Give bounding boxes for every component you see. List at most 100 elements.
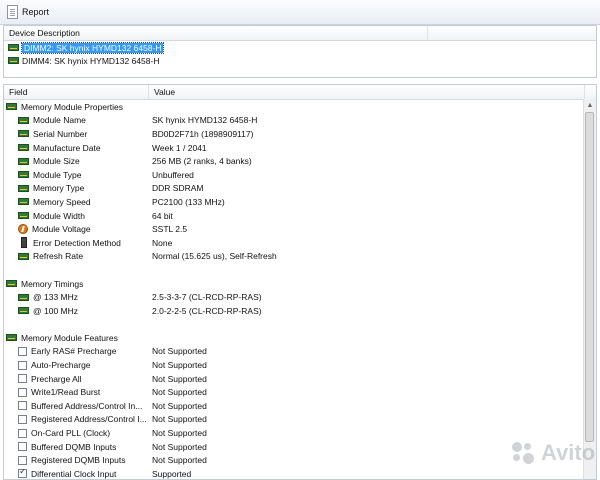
value-cell: Not Supported [152, 373, 207, 384]
device-list-item[interactable]: DIMM2: SK hynix HYMD132 6458-H [4, 41, 596, 54]
property-row[interactable]: On-Card PLL (Clock) Not Supported [4, 426, 596, 440]
checkbox-icon [18, 455, 27, 465]
field-label: Differential Clock Input [31, 468, 117, 479]
device-list-item[interactable]: DIMM4: SK hynix HYMD132 6458-H [4, 54, 596, 67]
field-label: Write1/Read Burst [31, 387, 101, 398]
field-label: Module Voltage [32, 224, 91, 235]
value-cell: Normal (15.625 us), Self-Refresh [152, 251, 277, 262]
ram-module-icon [8, 57, 19, 64]
checkbox-icon [18, 346, 27, 356]
property-row[interactable]: Differential Clock Input Supported [4, 467, 596, 479]
value-cell: Not Supported [152, 455, 207, 466]
avito-logo-icon [510, 440, 536, 466]
value-cell: PC2100 (133 MHz) [152, 196, 225, 207]
field-cell: @ 100 MHz [4, 306, 149, 316]
group-row[interactable]: Memory Module Features [4, 331, 596, 345]
ram-module-icon [18, 212, 29, 220]
field-label: Buffered DQMB Inputs [31, 441, 117, 452]
property-row[interactable]: Refresh Rate Normal (15.625 us), Self-Ref… [4, 250, 596, 264]
group-row[interactable]: Memory Timings [4, 277, 596, 291]
report-button[interactable]: Report [3, 3, 53, 21]
group-field-cell: Memory Module Properties [4, 102, 149, 112]
ram-module-icon [18, 307, 29, 315]
value-cell: Not Supported [152, 400, 207, 411]
property-row[interactable]: Early RAS# Precharge Not Supported [4, 345, 596, 359]
property-row[interactable]: Memory Type DDR SDRAM [4, 182, 596, 196]
ram-module-icon [18, 171, 29, 179]
property-row[interactable]: Module Type Unbuffered [4, 168, 596, 182]
field-cell: Auto-Precharge [4, 360, 149, 370]
field-label: Module Type [33, 169, 82, 180]
field-cell: Memory Speed [4, 197, 149, 207]
scroll-up-arrow-icon[interactable]: ▲ [584, 99, 596, 111]
device-item-label: DIMM4: SK hynix HYMD132 6458-H [22, 55, 160, 66]
ram-module-icon [6, 103, 17, 111]
ram-module-icon [18, 130, 29, 138]
field-cell: Memory Type [4, 183, 149, 193]
property-row[interactable]: Registered Address/Control I... Not Suppo… [4, 413, 596, 427]
property-row[interactable]: Precharge All Not Supported [4, 372, 596, 386]
property-row[interactable]: Memory Speed PC2100 (133 MHz) [4, 195, 596, 209]
property-row[interactable]: Module Name SK hynix HYMD132 6458-H [4, 114, 596, 128]
field-label: Module Width [33, 210, 85, 221]
field-cell: Module Type [4, 170, 149, 180]
property-row[interactable]: Module Width 64 bit [4, 209, 596, 223]
field-cell: Differential Clock Input [4, 469, 149, 479]
field-cell: Serial Number [4, 129, 149, 139]
value-cell: 2.0-2-2-5 (CL-RCD-RP-RAS) [152, 305, 262, 316]
field-column-header[interactable]: Field [4, 85, 149, 99]
value-cell: 64 bit [152, 210, 173, 221]
scrollbar-thumb[interactable] [585, 112, 594, 442]
property-row[interactable]: Buffered Address/Control In... Not Suppor… [4, 399, 596, 413]
device-description-column-header[interactable]: Device Description [4, 26, 428, 40]
property-row[interactable]: Error Detection Method None [4, 236, 596, 250]
value-cell: Not Supported [152, 360, 207, 371]
field-label: Auto-Precharge [31, 360, 91, 371]
property-row[interactable]: Write1/Read Burst Not Supported [4, 385, 596, 399]
device-item-label: DIMM2: SK hynix HYMD132 6458-H [20, 41, 165, 54]
field-label: Precharge All [31, 373, 82, 384]
field-label: @ 133 MHz [33, 292, 79, 303]
group-title: Memory Timings [21, 278, 84, 289]
field-cell: Registered Address/Control I... [4, 414, 149, 424]
ram-module-icon [6, 334, 17, 342]
value-cell: SSTL 2.5 [152, 224, 188, 235]
field-label: Module Size [33, 156, 80, 167]
checkbox-icon [18, 469, 27, 479]
vertical-scrollbar[interactable]: ▲ [583, 99, 596, 479]
field-cell: Precharge All [4, 374, 149, 384]
checkbox-icon [18, 360, 27, 370]
field-label: On-Card PLL (Clock) [31, 428, 111, 439]
error-detection-icon [21, 237, 27, 249]
value-cell: Not Supported [152, 414, 207, 425]
field-label: Early RAS# Precharge [31, 346, 117, 357]
property-row[interactable]: Buffered DQMB Inputs Not Supported [4, 440, 596, 454]
report-document-icon [7, 5, 18, 19]
ram-module-icon [18, 198, 29, 206]
property-row[interactable]: Auto-Precharge Not Supported [4, 358, 596, 372]
ram-module-icon [8, 44, 19, 51]
checkbox-icon [18, 374, 27, 384]
property-row[interactable]: Module Size 256 MB (2 ranks, 4 banks) [4, 154, 596, 168]
field-cell: Manufacture Date [4, 143, 149, 153]
property-row[interactable]: @ 133 MHz 2.5-3-3-7 (CL-RCD-RP-RAS) [4, 290, 596, 304]
value-column-header[interactable]: Value [149, 85, 585, 99]
property-row[interactable]: Registered DQMB Inputs Not Supported [4, 453, 596, 467]
field-label: Registered Address/Control I... [31, 414, 147, 425]
property-row[interactable]: @ 100 MHz 2.0-2-2-5 (CL-RCD-RP-RAS) [4, 304, 596, 318]
watermark-text: Avito [541, 440, 596, 465]
field-label: Buffered Address/Control In... [31, 400, 143, 411]
field-cell: Early RAS# Precharge [4, 346, 149, 356]
checkbox-icon [18, 387, 27, 397]
value-cell: Not Supported [152, 441, 207, 452]
group-row[interactable]: Memory Module Properties [4, 100, 596, 114]
property-row[interactable]: Module Voltage SSTL 2.5 [4, 222, 596, 236]
value-cell: 2.5-3-3-7 (CL-RCD-RP-RAS) [152, 292, 262, 303]
group-title: Memory Module Features [21, 332, 118, 343]
value-cell: Supported [152, 468, 192, 479]
value-cell: BD0D2F71h (1898909117) [152, 128, 254, 139]
details-pane: Field Value Memory Module Properties Modu… [3, 84, 597, 480]
property-row[interactable]: Manufacture Date Week 1 / 2041 [4, 141, 596, 155]
property-row[interactable]: Serial Number BD0D2F71h (1898909117) [4, 127, 596, 141]
